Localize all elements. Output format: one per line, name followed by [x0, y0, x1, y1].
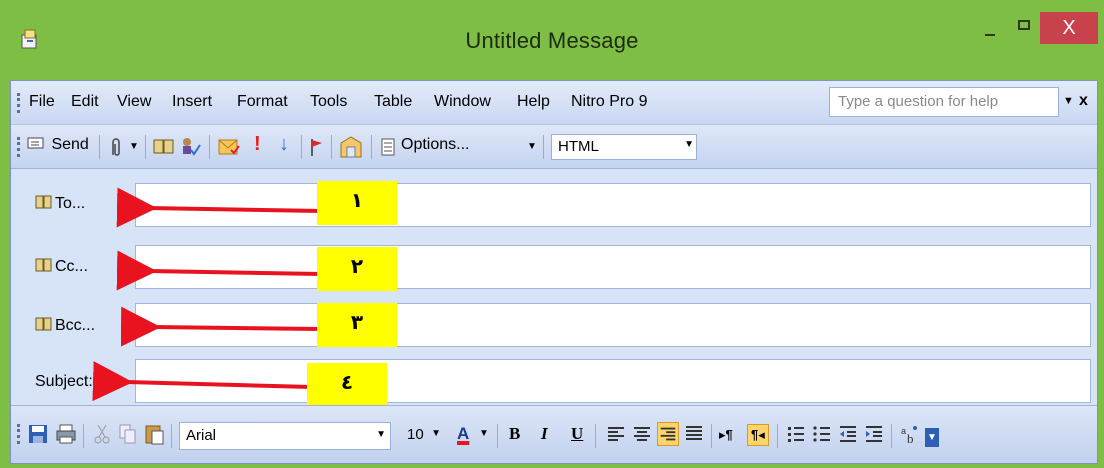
font-name-value: Arial [186, 427, 217, 444]
paste-icon[interactable] [143, 422, 165, 446]
message-format-value: HTML [558, 138, 599, 155]
marker-3: ٣ [317, 303, 397, 347]
outlook-message-window: Untitled Message X File Edit View Insert… [0, 0, 1104, 468]
copy-icon[interactable] [117, 422, 139, 446]
print-icon[interactable] [55, 422, 77, 446]
save-icon[interactable] [27, 422, 49, 446]
attach-dropdown-icon[interactable]: ▼ [129, 141, 139, 152]
address-book-icon[interactable] [153, 138, 175, 156]
align-center-icon[interactable] [631, 422, 653, 446]
marker-4: ٤ [307, 363, 387, 407]
styles-icon[interactable]: ab [899, 422, 921, 446]
options-dropdown-icon[interactable]: ▼ [527, 141, 537, 152]
toolbar-separator [83, 424, 84, 448]
send-button[interactable]: Send [27, 136, 89, 154]
message-format-select[interactable]: HTML ▼ [551, 134, 697, 160]
toolbar-separator [777, 424, 778, 448]
font-color-button[interactable]: A [457, 424, 469, 444]
help-search-input[interactable]: Type a question for help [829, 87, 1059, 117]
toolbar-grip[interactable] [17, 424, 20, 444]
maximize-button[interactable] [1008, 12, 1040, 44]
high-importance-icon[interactable]: ! [254, 133, 261, 156]
help-dropdown-icon[interactable]: ▼ [1063, 95, 1074, 107]
toolbar-separator [543, 135, 544, 159]
toolbar-separator [371, 135, 372, 159]
permission-icon[interactable] [339, 135, 363, 159]
font-size-select[interactable]: 10 ▼ [401, 422, 441, 450]
low-importance-icon[interactable]: ↓ [279, 133, 289, 156]
toolbar-separator [497, 424, 498, 448]
font-color-dropdown-icon[interactable]: ▼ [479, 428, 489, 439]
marker-2: ٢ [317, 247, 397, 291]
title-bar: Untitled Message X [0, 0, 1104, 80]
underline-button[interactable]: U [571, 424, 583, 444]
close-document-button[interactable]: x [1079, 92, 1088, 110]
standard-toolbar: Send ▼ ! ↓ Options... ▼ HTML ▼ [11, 125, 1097, 169]
menu-view[interactable]: View [117, 93, 151, 111]
svg-text:b: b [907, 431, 914, 446]
toolbar-separator [891, 424, 892, 448]
menu-tools[interactable]: Tools [310, 93, 347, 111]
toolbar-grip[interactable] [17, 137, 20, 157]
toolbar-separator [301, 135, 302, 159]
options-icon[interactable] [381, 138, 395, 156]
increase-indent-icon[interactable] [863, 422, 885, 446]
arrow-cc [116, 250, 322, 291]
chevron-down-icon: ▼ [431, 428, 441, 439]
menu-window[interactable]: Window [434, 93, 491, 111]
toolbar-separator [171, 424, 172, 448]
chevron-down-icon: ▼ [684, 139, 694, 150]
bullets-icon[interactable] [811, 422, 833, 446]
bold-button[interactable]: B [509, 424, 520, 444]
flag-icon[interactable] [309, 137, 325, 157]
toolbar-separator [331, 135, 332, 159]
svg-text:a: a [901, 426, 906, 436]
annotation-arrows [92, 187, 322, 402]
menu-grip[interactable] [17, 93, 20, 113]
menu-table[interactable]: Table [374, 93, 412, 111]
cut-icon[interactable] [91, 422, 113, 446]
justify-icon[interactable] [683, 422, 705, 446]
minimize-button[interactable] [972, 12, 1008, 44]
right-to-left-icon[interactable]: ¶◂ [747, 424, 769, 446]
numbering-icon[interactable] [785, 422, 807, 446]
toolbar-separator [209, 135, 210, 159]
menu-nitro-pro[interactable]: Nitro Pro 9 [571, 93, 647, 111]
formatting-toolbar: Arial ▼ 10 ▼ A ▼ B I U ▸¶ ¶◂ a b ▼ [11, 405, 1097, 463]
arrow-subject [92, 361, 312, 402]
menu-edit[interactable]: Edit [71, 93, 99, 111]
italic-button[interactable]: I [541, 424, 548, 444]
menu-help[interactable]: Help [517, 93, 550, 111]
arrow-bcc [120, 306, 322, 347]
menu-file[interactable]: File [29, 93, 55, 111]
window-title: Untitled Message [465, 28, 639, 53]
marker-1: ١ [317, 181, 397, 225]
address-fields: To... Cc... Bcc... Subject: ١ ٢ ٣ ٤ [11, 169, 1097, 407]
toolbar-options-icon[interactable]: ▼ [925, 428, 939, 447]
chevron-down-icon: ▼ [376, 429, 386, 440]
decrease-indent-icon[interactable] [837, 422, 859, 446]
align-left-icon[interactable] [605, 422, 627, 446]
menu-insert[interactable]: Insert [172, 93, 212, 111]
close-button[interactable]: X [1040, 12, 1098, 44]
send-icon [27, 137, 44, 149]
menu-format[interactable]: Format [237, 93, 288, 111]
font-name-select[interactable]: Arial ▼ [179, 422, 391, 450]
message-client-area: File Edit View Insert Format Tools Table… [10, 80, 1098, 464]
options-button[interactable]: Options... [401, 136, 469, 154]
toolbar-separator [145, 135, 146, 159]
toolbar-separator [595, 424, 596, 448]
align-right-icon[interactable] [657, 422, 679, 446]
toolbar-separator [711, 424, 712, 448]
menu-bar: File Edit View Insert Format Tools Table… [11, 81, 1097, 125]
paperclip-icon[interactable] [109, 137, 123, 159]
left-to-right-icon[interactable]: ▸¶ [719, 427, 733, 443]
send-label: Send [51, 136, 89, 153]
font-size-value: 10 [407, 426, 424, 443]
arrow-to [116, 187, 322, 228]
toolbar-separator [99, 135, 100, 159]
message-options-icon[interactable] [217, 136, 241, 158]
check-names-icon[interactable] [179, 136, 201, 158]
